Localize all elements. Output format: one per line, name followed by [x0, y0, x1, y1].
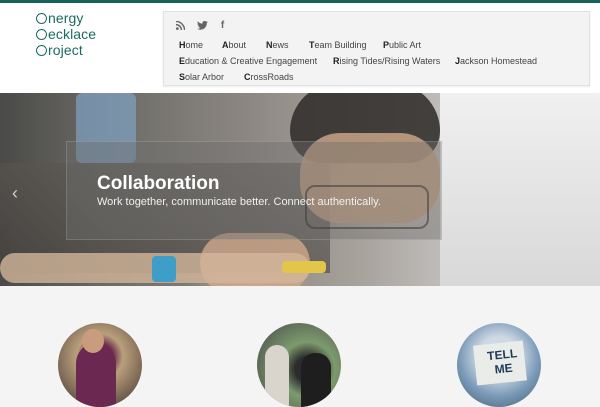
site-logo[interactable]: nergy ecklace roject: [36, 10, 126, 62]
site-header: nergy ecklace roject f Home About News T…: [0, 3, 600, 93]
feature-photo-head: [82, 329, 104, 353]
nav-crossroads[interactable]: CrossRoads: [244, 72, 294, 82]
rss-icon[interactable]: [175, 20, 186, 31]
hero-photo-shirt: [440, 93, 600, 286]
twitter-icon[interactable]: [197, 20, 209, 31]
slider-prev-arrow-icon[interactable]: ‹: [12, 183, 18, 204]
feature-image-education[interactable]: [58, 323, 142, 407]
logo-word-project: roject: [48, 42, 83, 58]
social-links: f: [175, 15, 232, 33]
sign-text: TELL ME: [486, 346, 518, 377]
nav-rising-tides[interactable]: Rising Tides/Rising Waters: [333, 56, 440, 66]
hero-photo-craft-piece: [282, 261, 326, 273]
nav-solar-arbor[interactable]: Solar Arbor: [179, 72, 224, 82]
feature-photo-person: [265, 345, 289, 407]
nav-education-creative-engagement[interactable]: Education & Creative Engagement: [179, 56, 317, 66]
logo-word-necklace: ecklace: [48, 26, 97, 42]
nav-home[interactable]: Home: [179, 40, 203, 50]
hero-caption: Collaboration Work together, communicate…: [66, 141, 442, 240]
feature-image-public-art[interactable]: TELL ME: [457, 323, 541, 407]
feature-photo-sign: TELL ME: [473, 340, 527, 386]
logo-ring-icon: [36, 29, 47, 40]
hero-slider[interactable]: ‹ Collaboration Work together, communica…: [0, 93, 600, 286]
hero-photo-bracelet: [152, 256, 176, 282]
logo-ring-icon: [36, 45, 47, 56]
hero-title: Collaboration: [97, 173, 220, 194]
nav-public-art[interactable]: Public Art: [383, 40, 421, 50]
logo-word-energy: nergy: [48, 10, 84, 26]
facebook-icon[interactable]: f: [221, 20, 224, 31]
hero-subtitle: Work together, communicate better. Conne…: [97, 196, 381, 208]
feature-photo-person: [301, 353, 331, 407]
nav-team-building[interactable]: Team Building: [309, 40, 367, 50]
feature-photo-person: [76, 343, 116, 407]
feature-image-team-building[interactable]: [257, 323, 341, 407]
nav-jackson-homestead[interactable]: Jackson Homestead: [455, 56, 537, 66]
main-navigation: f Home About News Team Building Public A…: [163, 11, 590, 86]
nav-about[interactable]: About: [222, 40, 246, 50]
logo-ring-icon: [36, 13, 47, 24]
nav-news[interactable]: News: [266, 40, 289, 50]
